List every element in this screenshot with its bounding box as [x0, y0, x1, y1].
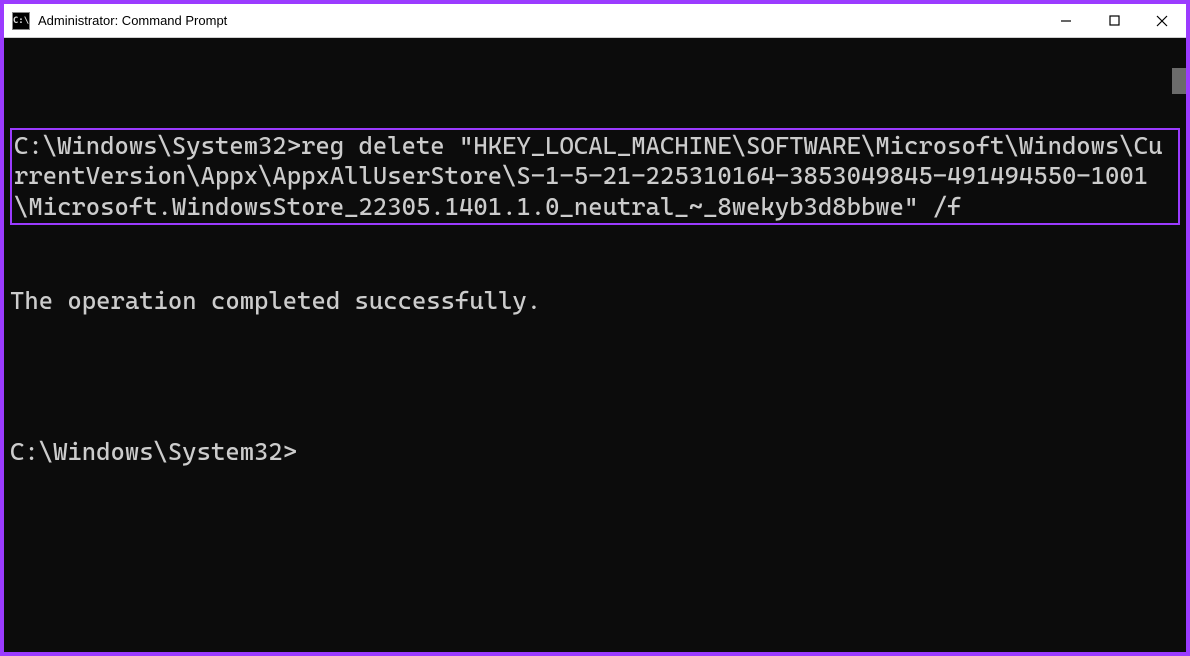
- close-icon: [1156, 15, 1168, 27]
- maximize-button[interactable]: [1090, 4, 1138, 37]
- terminal-area[interactable]: C:\Windows\System32>reg delete "HKEY_LOC…: [4, 38, 1186, 652]
- window-frame: C:\ Administrator: Command Prompt: [0, 0, 1190, 656]
- prompt-1: C:\Windows\System32>: [14, 131, 301, 160]
- minimize-icon: [1060, 15, 1072, 27]
- close-button[interactable]: [1138, 4, 1186, 37]
- maximize-icon: [1109, 15, 1120, 26]
- window-title: Administrator: Command Prompt: [38, 13, 227, 28]
- prompt-2: C:\Windows\System32>: [10, 437, 1180, 467]
- window-controls: [1042, 4, 1186, 37]
- highlighted-command: C:\Windows\System32>reg delete "HKEY_LOC…: [10, 128, 1180, 224]
- cmd-icon: C:\: [12, 12, 30, 30]
- scrollbar-thumb[interactable]: [1172, 68, 1186, 94]
- minimize-button[interactable]: [1042, 4, 1090, 37]
- title-bar[interactable]: C:\ Administrator: Command Prompt: [4, 4, 1186, 38]
- terminal-output: C:\Windows\System32>reg delete "HKEY_LOC…: [8, 68, 1182, 527]
- result-text: The operation completed successfully.: [10, 286, 1180, 316]
